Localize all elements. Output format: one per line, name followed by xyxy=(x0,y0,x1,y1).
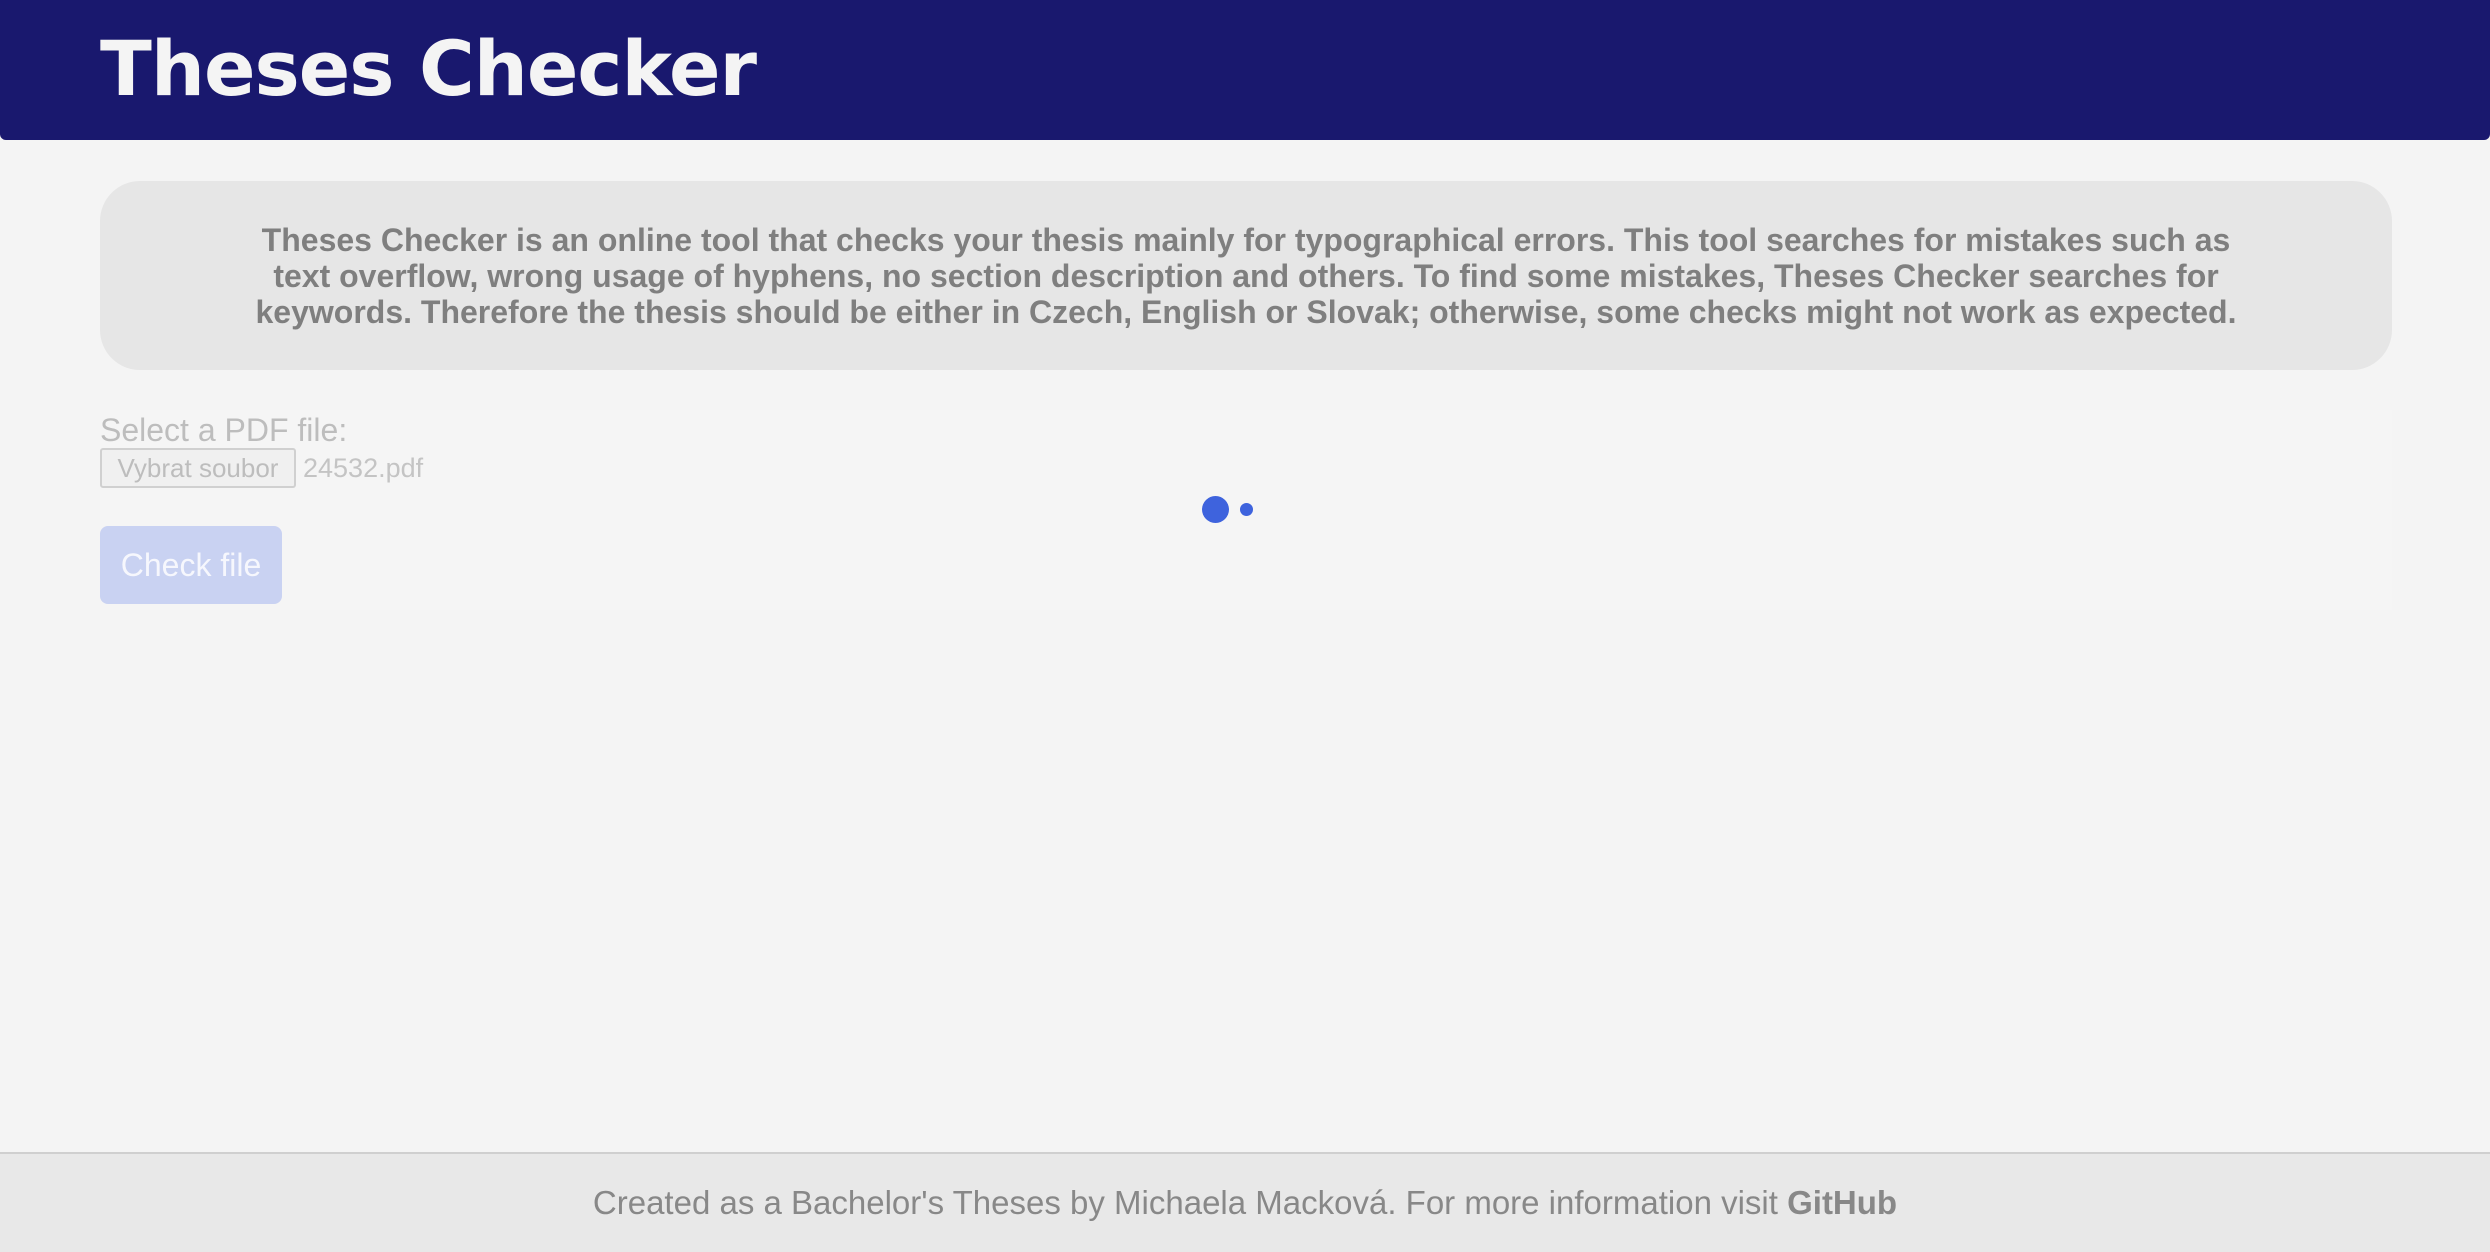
check-file-button[interactable]: Check file xyxy=(100,526,282,604)
choose-file-button[interactable]: Vybrat soubor xyxy=(100,448,296,488)
footer-text: Created as a Bachelor's Theses by Michae… xyxy=(592,1184,1778,1221)
loading-dot-small xyxy=(1240,503,1253,516)
loading-dot-large xyxy=(1202,496,1229,523)
app-title: Theses Checker xyxy=(100,24,757,113)
footer-text-wrap: Created as a Bachelor's Theses by Michae… xyxy=(593,1184,1897,1222)
intro-box: Theses Checker is an online tool that ch… xyxy=(100,181,2392,370)
footer: Created as a Bachelor's Theses by Michae… xyxy=(0,1152,2490,1252)
select-file-label: Select a PDF file: xyxy=(100,412,348,448)
header-bar: Theses Checker xyxy=(0,0,2490,140)
github-link[interactable]: GitHub xyxy=(1787,1184,1897,1221)
intro-description: Theses Checker is an online tool that ch… xyxy=(255,221,2237,330)
selected-file-name: 24532.pdf xyxy=(303,453,424,483)
